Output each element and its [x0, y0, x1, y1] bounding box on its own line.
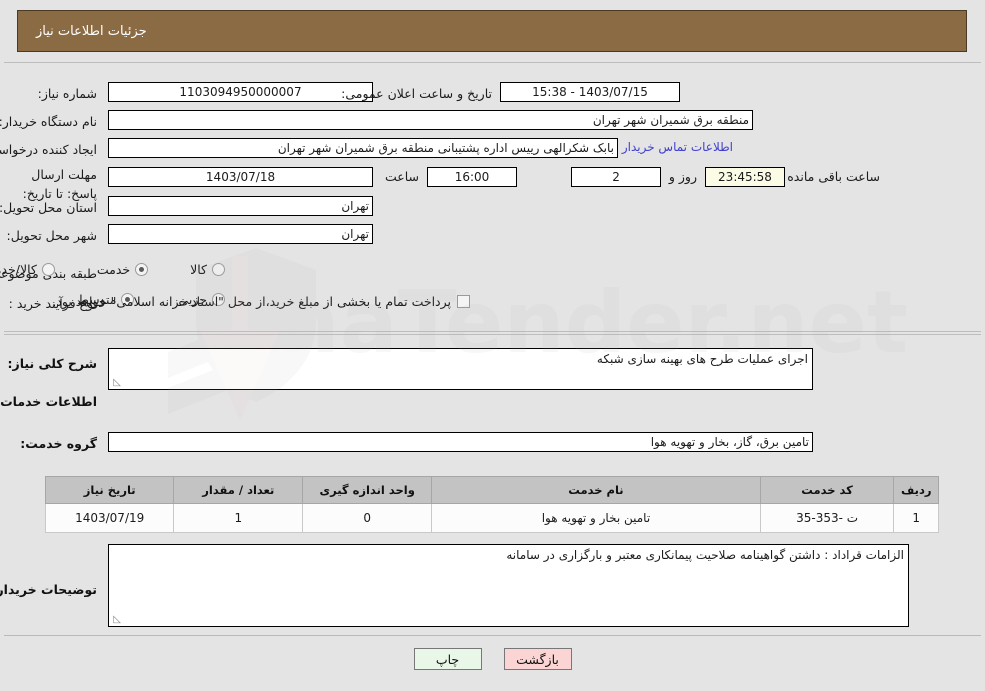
- announce-datetime-label-wrap: تاریخ و ساعت اعلان عمومی:: [341, 82, 492, 104]
- description-textarea[interactable]: اجرای عملیات طرح های بهینه سازی شبکه ◺: [108, 348, 813, 390]
- description-label: شرح کلی نیاز:: [7, 356, 97, 371]
- cell-service-name: تامین بخار و تهویه هوا: [431, 503, 761, 533]
- services-section-title: اطلاعات خدمات مورد نیاز: [0, 394, 97, 409]
- cell-service-code: ت -353-35: [759, 503, 895, 533]
- col-service-name: نام خدمت: [431, 476, 761, 504]
- need-number-label-wrap: شماره نیاز:: [38, 82, 97, 104]
- remaining-time-value: 23:45:58: [705, 167, 785, 187]
- province-value: تهران: [108, 196, 373, 216]
- requester-value: بابک شکرالهی رییس اداره پشتیبانی منطقه ب…: [108, 138, 618, 158]
- deadline-date-value: 1403/07/18: [108, 167, 373, 187]
- need-number-label: شماره نیاز:: [37, 85, 97, 101]
- page-root: جزئیات اطلاعات نیاز شماره نیاز: 11030949…: [0, 0, 985, 691]
- requester-label: ایجاد کننده درخواست:: [0, 141, 97, 157]
- col-service-code: کد خدمت: [759, 476, 895, 504]
- back-button[interactable]: بازگشت: [503, 648, 572, 670]
- table-row: 1 ت -353-35 تامین بخار و تهویه هوا 0 1 1…: [44, 503, 939, 533]
- page-header: جزئیات اطلاعات نیاز: [17, 10, 967, 52]
- table-header-row: ردیف کد خدمت نام خدمت واحد اندازه گیری ت…: [44, 476, 939, 504]
- footer-buttons: بازگشت چاپ: [0, 648, 985, 670]
- page-title: جزئیات اطلاعات نیاز: [36, 23, 147, 39]
- category-option-0[interactable]: کالا: [190, 262, 225, 277]
- radio-icon[interactable]: [41, 263, 55, 276]
- buyer-org-label-wrap: نام دستگاه خریدار:: [0, 110, 97, 132]
- cell-unit: 0: [302, 503, 433, 533]
- announce-datetime-value: 1403/07/15 - 15:38: [500, 82, 680, 102]
- col-quantity: تعداد / مقدار: [173, 476, 304, 504]
- resize-grip-icon[interactable]: ◺: [111, 378, 121, 388]
- cell-need-date: 1403/07/19: [44, 503, 175, 533]
- province-label-wrap: استان محل تحویل:: [0, 196, 97, 218]
- remaining-time-label: ساعت باقی مانده: [787, 169, 880, 184]
- treasury-checkbox-row[interactable]: پرداخت تمام یا بخشی از مبلغ خرید،از محل …: [52, 294, 470, 309]
- buyer-notes-textarea[interactable]: الزامات قراداد : داشتن گواهینامه صلاحیت …: [108, 544, 909, 627]
- checkbox-icon[interactable]: [457, 295, 470, 308]
- city-value: تهران: [108, 224, 373, 244]
- services-table: ردیف کد خدمت نام خدمت واحد اندازه گیری ت…: [44, 476, 939, 533]
- deadline-time-label: ساعت: [384, 169, 419, 184]
- service-group-label: گروه خدمت:: [20, 436, 97, 451]
- col-need-date: تاریخ نیاز: [44, 476, 175, 504]
- description-value: اجرای عملیات طرح های بهینه سازی شبکه: [596, 352, 808, 366]
- city-label-wrap: شهر محل تحویل:: [7, 224, 97, 246]
- province-label: استان محل تحویل:: [0, 199, 97, 215]
- announce-datetime-label: تاریخ و ساعت اعلان عمومی:: [341, 85, 492, 101]
- buyer-org-value: منطقه برق شمیران شهر تهران: [108, 110, 753, 130]
- remaining-days-label: روز و: [668, 169, 697, 184]
- treasury-checkbox-label: پرداخت تمام یا بخشی از مبلغ خرید،از محل …: [52, 294, 451, 309]
- need-number-value: 1103094950000007: [108, 82, 373, 102]
- buyer-notes-value: الزامات قراداد : داشتن گواهینامه صلاحیت …: [506, 548, 904, 562]
- buyer-notes-label: توضیحات خریدار:: [0, 582, 97, 597]
- cell-row-no: 1: [893, 503, 939, 533]
- radio-icon[interactable]: [212, 263, 225, 276]
- resize-grip-icon[interactable]: ◺: [111, 615, 121, 625]
- category-radio-group: کالا خدمت کالا/خدمت: [0, 262, 225, 277]
- city-label: شهر محل تحویل:: [6, 227, 97, 243]
- radio-icon[interactable]: [135, 263, 149, 276]
- requester-label-wrap: ایجاد کننده درخواست:: [0, 138, 97, 160]
- remaining-days-value: 2: [571, 167, 661, 187]
- category-option-1-label: خدمت: [96, 262, 131, 277]
- category-option-1[interactable]: خدمت: [96, 262, 149, 277]
- col-unit: واحد اندازه گیری: [302, 476, 433, 504]
- deadline-time-value: 16:00: [427, 167, 517, 187]
- category-option-0-label: کالا: [190, 262, 207, 277]
- print-button[interactable]: چاپ: [413, 648, 482, 670]
- buyer-org-label: نام دستگاه خریدار:: [0, 113, 97, 129]
- buyer-contact-link[interactable]: اطلاعات تماس خریدار: [622, 140, 733, 154]
- category-option-2-label: کالا/خدمت: [0, 262, 37, 277]
- col-row-no: ردیف: [893, 476, 939, 504]
- service-group-value: تامین برق، گاز، بخار و تهویه هوا: [108, 432, 813, 452]
- category-option-2[interactable]: کالا/خدمت: [0, 262, 55, 277]
- cell-quantity: 1: [173, 503, 304, 533]
